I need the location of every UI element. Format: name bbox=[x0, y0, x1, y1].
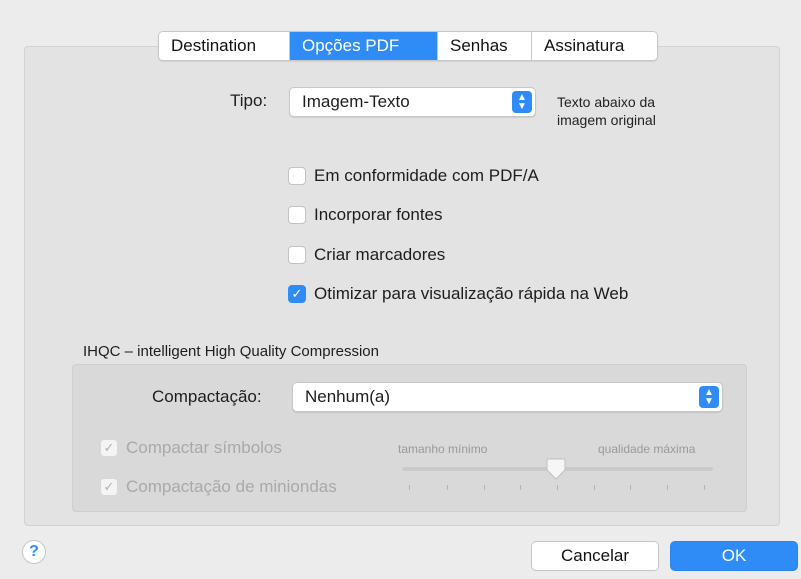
tab-senhas[interactable]: Senhas bbox=[438, 32, 532, 60]
cancel-button[interactable]: Cancelar bbox=[531, 541, 659, 571]
option-compactacao-miniondas-label: Compactação de miniondas bbox=[126, 477, 337, 496]
checkbox-criar-marcadores[interactable] bbox=[288, 246, 306, 264]
ok-button[interactable]: OK bbox=[670, 541, 798, 571]
slider-tick bbox=[520, 485, 521, 490]
ihqc-title: IHQC – intelligent High Quality Compress… bbox=[83, 343, 379, 360]
tab-bar: Destination Opções PDF Senhas Assinatura bbox=[158, 31, 658, 61]
option-otimizar-web-label: Otimizar para visualização rápida na Web bbox=[314, 284, 629, 303]
slider-min-label: tamanho mínimo bbox=[398, 442, 488, 456]
tipo-note-line1: Texto abaixo da bbox=[557, 94, 656, 110]
compactacao-label: Compactação: bbox=[152, 387, 262, 406]
tab-assinatura[interactable]: Assinatura bbox=[532, 32, 657, 60]
checkbox-otimizar-web[interactable]: ✓ bbox=[288, 285, 306, 303]
slider-tick bbox=[409, 485, 410, 490]
slider-tick bbox=[704, 485, 705, 490]
option-compactar-simbolos[interactable]: ✓ Compactar símbolos bbox=[100, 438, 282, 458]
tipo-select[interactable]: Imagem-Texto ▲ ▼ bbox=[289, 87, 536, 117]
help-button[interactable]: ? bbox=[22, 540, 46, 564]
tipo-label: Tipo: bbox=[230, 91, 268, 110]
checkbox-compactacao-miniondas[interactable]: ✓ bbox=[100, 478, 118, 496]
compactacao-value: Nenhum(a) bbox=[305, 387, 391, 406]
compactacao-select[interactable]: Nenhum(a) ▲ ▼ bbox=[292, 382, 723, 412]
slider-max-label: qualidade máxima bbox=[598, 442, 696, 456]
option-compactacao-miniondas[interactable]: ✓ Compactação de miniondas bbox=[100, 477, 337, 497]
select-arrows-icon: ▲ ▼ bbox=[512, 91, 532, 113]
slider-tick bbox=[630, 485, 631, 490]
option-otimizar-web[interactable]: ✓ Otimizar para visualização rápida na W… bbox=[288, 284, 628, 304]
select-arrows-icon: ▲ ▼ bbox=[699, 386, 719, 408]
checkbox-incorporar-fontes[interactable] bbox=[288, 206, 306, 224]
slider-tick bbox=[557, 485, 558, 490]
tab-destination[interactable]: Destination bbox=[159, 32, 290, 60]
slider-tick bbox=[594, 485, 595, 490]
option-compactar-simbolos-label: Compactar símbolos bbox=[126, 438, 282, 457]
slider-tick bbox=[484, 485, 485, 490]
tipo-note-line2: imagem original bbox=[557, 112, 656, 128]
option-pdfa[interactable]: Em conformidade com PDF/A bbox=[288, 166, 539, 186]
checkbox-compactar-simbolos[interactable]: ✓ bbox=[100, 439, 118, 457]
option-incorporar-fontes-label: Incorporar fontes bbox=[314, 205, 443, 224]
option-criar-marcadores-label: Criar marcadores bbox=[314, 245, 446, 264]
tipo-note: Texto abaixo da imagem original bbox=[557, 93, 656, 129]
tab-opcoes-pdf[interactable]: Opções PDF bbox=[290, 32, 438, 60]
option-criar-marcadores[interactable]: Criar marcadores bbox=[288, 245, 445, 265]
option-incorporar-fontes[interactable]: Incorporar fontes bbox=[288, 205, 443, 225]
slider-tick bbox=[667, 485, 668, 490]
slider-tick bbox=[447, 485, 448, 490]
quality-slider-knob[interactable] bbox=[546, 458, 566, 480]
option-pdfa-label: Em conformidade com PDF/A bbox=[314, 166, 539, 185]
tipo-value: Imagem-Texto bbox=[302, 92, 410, 111]
checkbox-pdfa[interactable] bbox=[288, 167, 306, 185]
